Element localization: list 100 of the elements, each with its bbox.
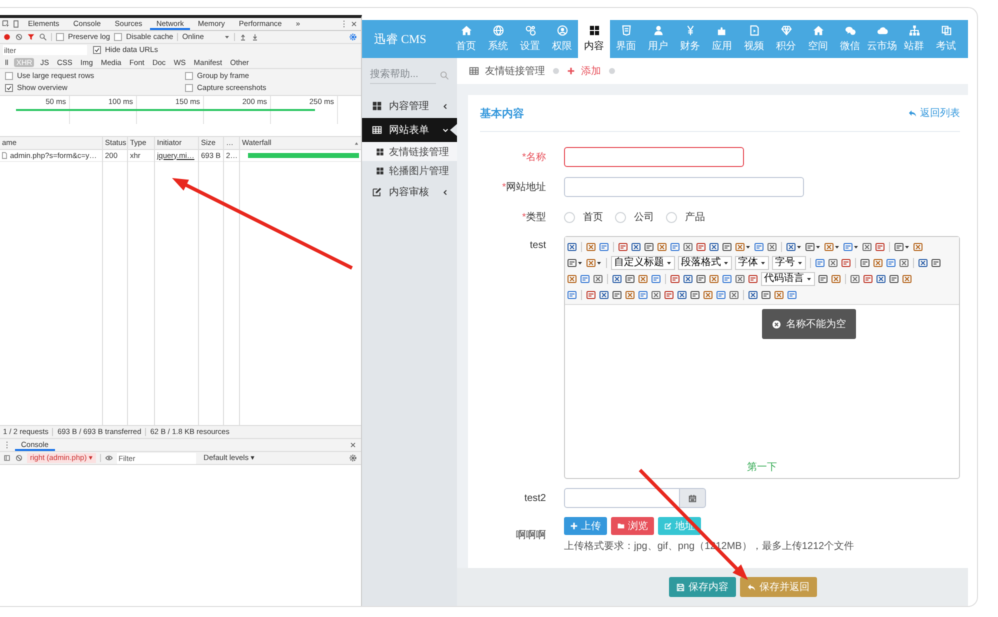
checkbox[interactable] <box>114 33 122 41</box>
toolbar-icon[interactable] <box>863 274 873 284</box>
card-title: 基本内容 <box>480 106 524 120</box>
reply-arrow-icon <box>746 582 756 592</box>
toolbar-icon[interactable] <box>862 242 872 252</box>
toolbar-icon[interactable] <box>850 274 860 284</box>
toolbar-icon[interactable] <box>761 290 771 300</box>
checkbox[interactable] <box>5 72 13 80</box>
toolbar-icon[interactable] <box>612 290 622 300</box>
toolbar-icon[interactable] <box>612 274 622 284</box>
download-icon[interactable] <box>250 33 259 41</box>
toolbar-icon[interactable] <box>931 258 941 268</box>
toolbar-select[interactable]: 段落格式 <box>678 256 732 270</box>
toolbar-icon[interactable] <box>631 242 641 252</box>
toolbar-icon[interactable] <box>748 290 758 300</box>
toolbar-icon[interactable] <box>860 258 870 268</box>
radio-button[interactable] <box>666 212 677 222</box>
toolbar-icon[interactable] <box>599 290 609 300</box>
toolbar-icon[interactable] <box>644 242 654 252</box>
sidebar-toggle-icon[interactable] <box>3 454 11 462</box>
sidebar-subitem[interactable]: 友情链接管理 <box>362 142 457 161</box>
toolbar-icon[interactable] <box>683 242 693 252</box>
calendar-icon <box>688 494 697 502</box>
toolbar-icon[interactable] <box>664 290 674 300</box>
toolbar-icon[interactable] <box>828 258 838 268</box>
toolbar-icon[interactable] <box>593 274 603 284</box>
breadcrumb-link[interactable]: 添加 <box>581 64 601 78</box>
upload-option-button[interactable]: 浏览 <box>611 517 654 535</box>
sort-icon[interactable] <box>354 140 359 146</box>
toolbar-icon[interactable] <box>586 258 602 268</box>
record-icon[interactable] <box>3 33 11 41</box>
toolbar-icon[interactable] <box>875 242 885 252</box>
toolbar-icon[interactable] <box>818 274 828 284</box>
caret-icon[interactable] <box>224 34 230 40</box>
upload-icon[interactable] <box>238 33 247 41</box>
toolbar-select[interactable]: 代码语言 <box>761 272 815 286</box>
toolbar-icon[interactable] <box>586 290 596 300</box>
toolbar-icon[interactable] <box>889 274 899 284</box>
toolbar-icon[interactable] <box>841 258 851 268</box>
clear-icon[interactable] <box>15 33 23 41</box>
inspect-icon[interactable] <box>2 20 10 28</box>
toolbar-icon[interactable] <box>843 242 859 252</box>
toolbar-icon[interactable] <box>767 242 777 252</box>
device-icon[interactable] <box>12 20 20 28</box>
checkbox[interactable] <box>5 84 13 92</box>
checkbox[interactable] <box>56 33 64 41</box>
checkbox[interactable] <box>185 72 193 80</box>
toolbar-icon[interactable] <box>899 258 909 268</box>
toolbar-icon[interactable] <box>805 242 821 252</box>
field-label: 啊啊啊 <box>515 529 546 542</box>
toolbar-icon[interactable] <box>567 258 583 268</box>
toolbar-icon[interactable] <box>748 274 758 284</box>
toolbar-icon[interactable] <box>690 290 700 300</box>
toolbar-icon[interactable] <box>696 274 706 284</box>
toolbar-icon[interactable] <box>824 242 840 252</box>
breadcrumb-link[interactable]: 友情链接管理 <box>485 64 545 78</box>
toolbar-icon[interactable] <box>735 274 745 284</box>
toolbar-icon[interactable] <box>651 290 661 300</box>
sidebar-subitem[interactable]: 轮播图片管理 <box>362 161 457 180</box>
url-field[interactable] <box>564 177 804 197</box>
toolbar-icon[interactable] <box>677 290 687 300</box>
toolbar-icon[interactable] <box>567 242 577 252</box>
checkbox[interactable] <box>185 84 193 92</box>
toolbar-icon[interactable] <box>894 242 910 252</box>
close-icon[interactable] <box>349 441 357 449</box>
clear-icon[interactable] <box>15 454 23 462</box>
sidebar-item[interactable]: 内容审核 <box>362 180 457 204</box>
search-icon[interactable] <box>39 33 47 41</box>
filter-icon[interactable] <box>27 33 35 41</box>
close-icon[interactable] <box>350 20 358 28</box>
toolbar-icon[interactable] <box>618 242 628 252</box>
toolbar-icon[interactable] <box>918 258 928 268</box>
name-field[interactable] <box>564 147 744 167</box>
toolbar-icon[interactable] <box>683 274 693 284</box>
sidebar-item[interactable]: 内容管理 <box>362 94 457 118</box>
calendar-button[interactable] <box>680 488 706 508</box>
search-field[interactable]: 搜索帮助... <box>370 66 436 84</box>
checkbox[interactable] <box>93 46 101 54</box>
nav-item[interactable]: 内容 <box>578 20 610 58</box>
date-field[interactable] <box>564 488 680 508</box>
radio-button[interactable] <box>564 212 575 222</box>
settings-icon[interactable] <box>349 454 357 462</box>
sidebar-item[interactable]: 网站表单 <box>362 118 457 142</box>
radio-button[interactable] <box>615 212 626 222</box>
toolbar-icon[interactable] <box>722 242 732 252</box>
toolbar-icon[interactable] <box>625 274 635 284</box>
close-circle-icon <box>772 320 781 328</box>
toolbar-select[interactable]: 字体 <box>735 256 769 270</box>
settings-icon[interactable] <box>349 33 357 41</box>
toolbar-icon[interactable] <box>729 290 739 300</box>
toolbar-select[interactable]: 字号 <box>772 256 806 270</box>
toolbar-icon[interactable] <box>696 242 706 252</box>
toolbar-icon[interactable] <box>876 274 886 284</box>
toolbar-icon[interactable] <box>670 274 680 284</box>
toolbar-icon[interactable] <box>786 242 802 252</box>
toolbar-icon[interactable] <box>709 242 719 252</box>
toolbar-icon[interactable] <box>735 242 751 252</box>
rich-text-editor[interactable]: 自定义标题 段落格式 字体 字号 代码语言 名称不能为空 第一下 <box>564 236 960 479</box>
toolbar-select[interactable]: 自定义标题 <box>611 256 675 270</box>
eye-icon[interactable] <box>104 454 113 462</box>
